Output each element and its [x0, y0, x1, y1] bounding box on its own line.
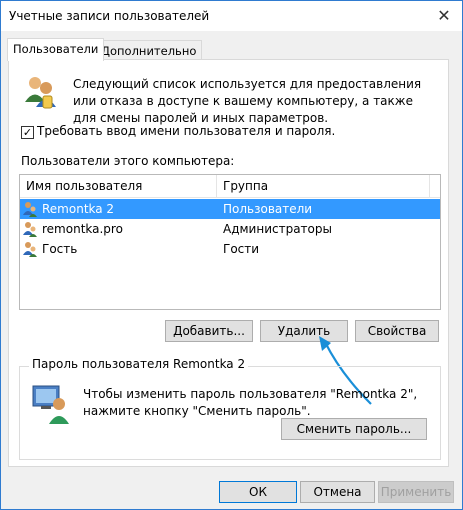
users-tab-panel: Следующий список используется для предос… [8, 59, 449, 467]
listview-header: Имя пользователя Группа [20, 175, 440, 198]
require-login-label[interactable]: Требовать ввод имени пользователя и паро… [37, 124, 335, 138]
column-header-username[interactable]: Имя пользователя [20, 175, 216, 197]
user-icon [23, 202, 37, 217]
column-divider[interactable] [429, 175, 430, 197]
user-password-icon [32, 385, 69, 424]
user-accounts-dialog: Учетные записи пользователей ✕ Пользоват… [0, 0, 463, 510]
apply-button: Применить [378, 481, 454, 503]
add-user-button[interactable]: Добавить... [165, 320, 253, 342]
user-name: Remontka 2 [42, 202, 115, 216]
user-name: remontka.pro [42, 222, 123, 236]
user-row-guest[interactable]: Гость Гости [20, 239, 440, 259]
user-name: Гость [42, 242, 78, 256]
tab-advanced[interactable]: Дополнительно [95, 40, 203, 61]
change-password-button[interactable]: Сменить пароль... [281, 418, 427, 440]
user-group: Администраторы [223, 222, 332, 236]
user-icon [23, 222, 37, 237]
password-change-text: Чтобы изменить пароль пользователя "Remo… [83, 387, 418, 418]
user-icon [23, 242, 37, 257]
require-login-checkbox[interactable]: ✓ [21, 126, 34, 139]
intro-text: Следующий список используется для предос… [73, 77, 422, 125]
user-row-remontka2[interactable]: Remontka 2 Пользователи [20, 199, 440, 219]
users-icon [25, 77, 56, 109]
cancel-button[interactable]: Отмена [300, 481, 375, 503]
window-title: Учетные записи пользователей [9, 9, 210, 23]
user-group: Гости [223, 242, 260, 256]
title-bar: Учетные записи пользователей ✕ [1, 1, 462, 31]
close-icon[interactable]: ✕ [432, 5, 456, 27]
ok-button[interactable]: ОК [219, 481, 297, 503]
user-group: Пользователи [223, 202, 313, 216]
column-header-group[interactable]: Группа [217, 175, 423, 197]
users-listview[interactable]: Имя пользователя Группа Remontka 2 Польз… [19, 174, 441, 310]
tab-users[interactable]: Пользователи [7, 38, 105, 61]
password-group-title: Пароль пользователя Remontka 2 [29, 357, 249, 371]
users-list-label: Пользователи этого компьютера: [21, 154, 235, 168]
user-row-remontka-pro[interactable]: remontka.pro Администраторы [20, 219, 440, 239]
